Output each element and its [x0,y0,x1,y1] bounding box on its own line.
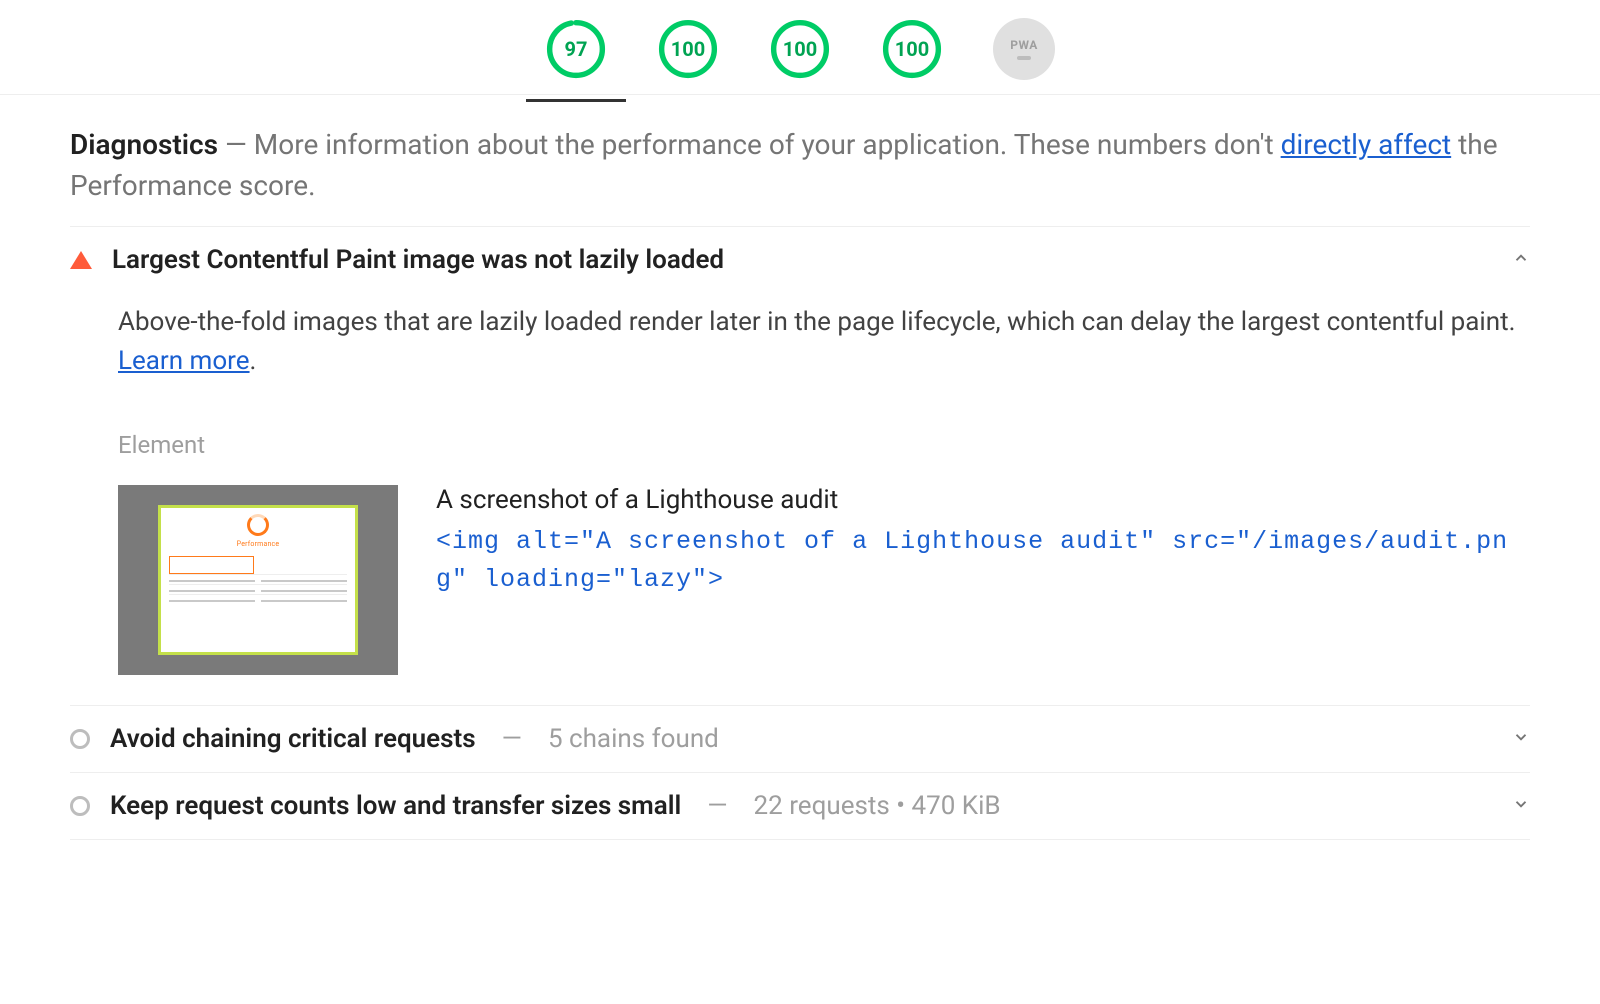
info-circle-icon [70,729,90,749]
dash-separator: — [496,724,528,754]
audit-request-counts-title: Keep request counts low and transfer siz… [110,791,681,821]
content-area: Diagnostics — More information about the… [0,95,1600,840]
audit-lcp-title: Largest Contentful Paint image was not l… [112,245,724,275]
element-text: A screenshot of a Lighthouse audit <img … [436,485,1530,598]
thumbnail-preview: Performance [158,505,358,655]
audit-request-counts: Keep request counts low and transfer siz… [70,773,1530,840]
gauge-seo[interactable]: 100 [881,18,943,80]
audit-critical-chains-sub: 5 chains found [548,724,719,754]
active-tab-underline [526,99,626,102]
element-row: Performance A screenshot of a Lighthouse… [118,485,1530,675]
pwa-label: PWA [1010,38,1038,52]
audit-critical-chains: Avoid chaining critical requests — 5 cha… [70,706,1530,773]
audit-critical-chains-title: Avoid chaining critical requests [110,724,476,754]
score-performance: 97 [565,37,588,61]
diagnostics-title: Diagnostics [70,128,218,161]
audit-lcp-body: Above-the-fold images that are lazily lo… [70,275,1530,687]
chevron-down-icon [1512,795,1530,817]
element-code: <img alt="A screenshot of a Lighthouse a… [436,523,1530,598]
dash-separator: — [701,791,733,821]
audit-lcp-description: Above-the-fold images that are lazily lo… [118,303,1530,381]
score-best-practices: 100 [783,37,817,61]
element-caption: A screenshot of a Lighthouse audit [436,485,1530,515]
directly-affect-link[interactable]: directly affect [1281,128,1452,161]
diagnostics-subtitle-prefix: — More information about the performance… [218,128,1281,161]
diagnostics-header: Diagnostics — More information about the… [70,125,1530,227]
audit-lcp-header[interactable]: Largest Contentful Paint image was not l… [70,245,1530,275]
chevron-up-icon [1512,249,1530,271]
gauge-performance[interactable]: 97 [545,18,607,80]
chevron-down-icon [1512,728,1530,750]
warning-triangle-icon [70,251,92,269]
audit-request-counts-header[interactable]: Keep request counts low and transfer siz… [70,791,1530,821]
pwa-dash-icon [1017,56,1031,60]
score-bar: 97 100 100 100 PWA [0,0,1600,95]
element-label: Element [118,431,1530,459]
audit-request-counts-sub: 22 requests • 470 KiB [754,791,1001,821]
audit-critical-chains-header[interactable]: Avoid chaining critical requests — 5 cha… [70,724,1530,754]
gauge-accessibility[interactable]: 100 [657,18,719,80]
audit-lcp-lazy: Largest Contentful Paint image was not l… [70,227,1530,706]
learn-more-link[interactable]: Learn more [118,346,250,376]
element-thumbnail[interactable]: Performance [118,485,398,675]
score-seo: 100 [895,37,929,61]
gauge-pwa[interactable]: PWA [993,18,1055,80]
gauge-best-practices[interactable]: 100 [769,18,831,80]
score-accessibility: 100 [671,37,705,61]
info-circle-icon [70,796,90,816]
